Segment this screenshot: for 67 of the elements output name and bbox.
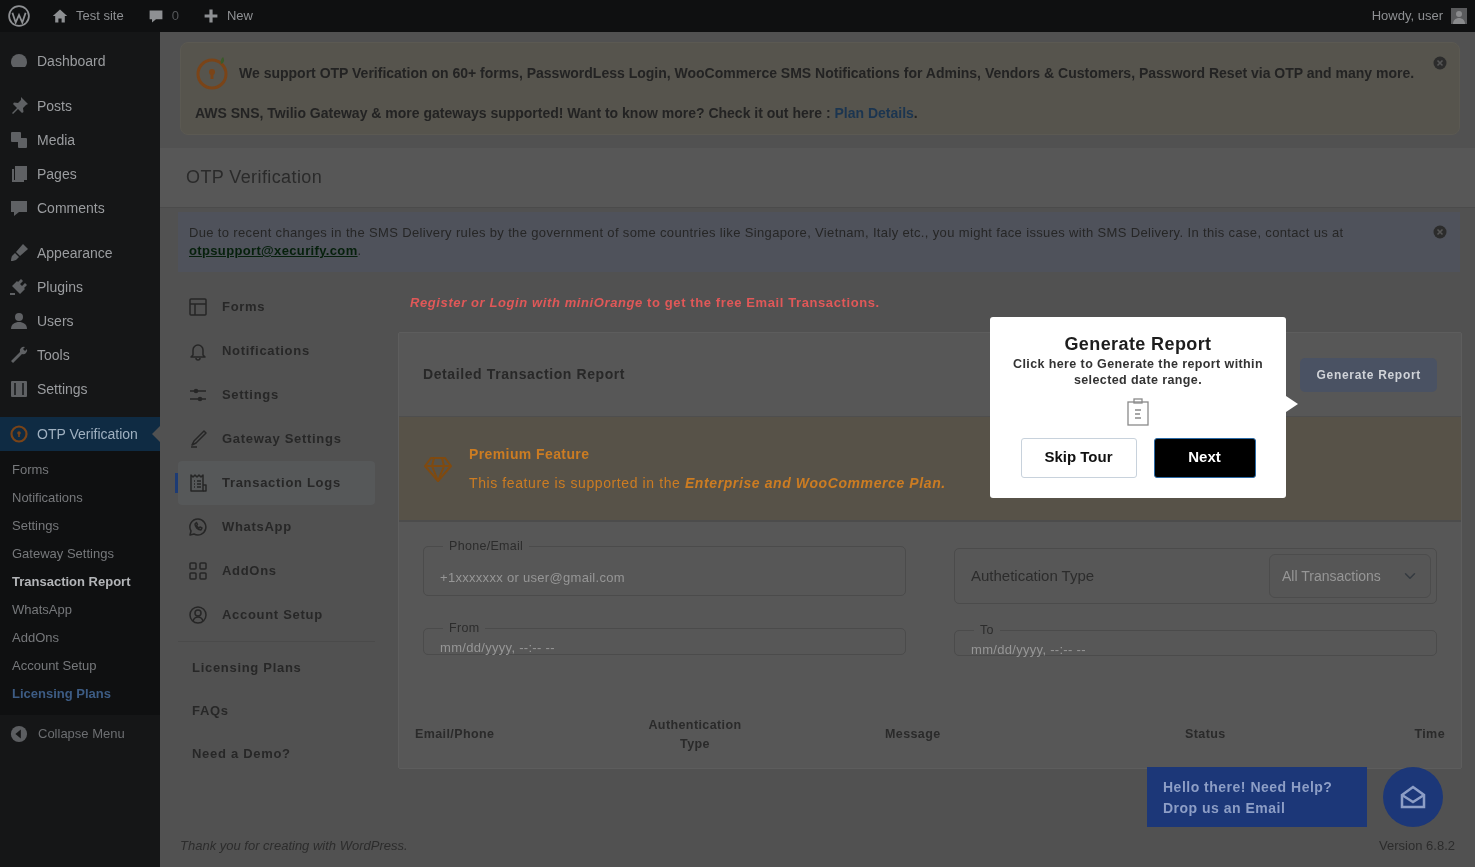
wrench-icon (9, 345, 29, 365)
collapse-icon (10, 725, 28, 743)
text-input[interactable]: +1xxxxxxx or user@gmail.com (438, 566, 891, 588)
submenu-item[interactable]: Account Setup (0, 652, 160, 680)
user-icon (9, 311, 29, 331)
chat-phone-icon (188, 517, 208, 537)
premium-title: Premium Feature (469, 444, 591, 464)
tour-text: Click here to Generate the report within selected date range. (1011, 355, 1265, 388)
comment-icon (9, 198, 29, 218)
collapse-menu-link[interactable]: Collapse Menu (38, 724, 125, 744)
menu-item[interactable]: Posts (0, 89, 160, 123)
close-icon (1433, 56, 1447, 70)
brush-icon (9, 243, 29, 263)
plug-icon (9, 277, 29, 297)
bell-icon (188, 341, 208, 361)
menu-item[interactable]: Pages (0, 157, 160, 191)
grid-icon (188, 561, 208, 581)
home-icon (52, 8, 68, 24)
plan-link[interactable]: Enterprise and WooCommerce Plan. (684, 474, 946, 491)
comment-count: 0 (171, 7, 179, 26)
next-button[interactable]: Next (1153, 437, 1256, 478)
premium-text: This feature is supported in the Enterprise and WooCommerce Plan. (469, 473, 946, 493)
logo-icon (9, 424, 29, 444)
text-input[interactable]: mm/dd/yyyy, --:-- -- (438, 636, 891, 658)
menu-item[interactable]: Users (0, 304, 160, 338)
submenu-item[interactable]: AddOns (0, 624, 160, 652)
submenu-item[interactable]: Settings (0, 512, 160, 540)
tour-title: Generate Report (1064, 334, 1212, 356)
menu-item[interactable]: Comments (0, 191, 160, 225)
site-link[interactable]: Test site (76, 6, 124, 26)
comment-icon (147, 8, 164, 24)
pointer-icon (152, 426, 160, 442)
close-icon (1433, 225, 1447, 239)
submenu-item[interactable]: Transaction Report (0, 568, 160, 596)
menu-item[interactable]: OTP Verification (0, 417, 160, 451)
pages-icon (9, 164, 29, 184)
menu-item[interactable]: Appearance (0, 236, 160, 270)
media-icon (9, 130, 29, 150)
submenu-item[interactable]: Forms (0, 456, 160, 484)
menu-item[interactable]: Plugins (0, 270, 160, 304)
greeting-link[interactable]: Howdy, user (1371, 6, 1443, 26)
generate-report-button[interactable]: Generate Report (1300, 357, 1437, 392)
plus-icon (202, 8, 219, 24)
user-circle-icon (188, 605, 208, 625)
help-text: Hello there! Need Help? (1163, 778, 1334, 797)
menu-item[interactable]: Media (0, 123, 160, 157)
menu-item[interactable]: Settings (0, 372, 160, 406)
menu-item[interactable]: Dashboard (0, 44, 160, 78)
avatar-icon (1451, 8, 1467, 24)
submenu-item[interactable]: Notifications (0, 484, 160, 512)
layout-icon (188, 297, 208, 317)
skip-tour-button[interactable]: Skip Tour (1020, 437, 1137, 478)
help-text: Drop us an Email (1163, 799, 1287, 818)
help-box[interactable]: Hello there! Need Help? Drop us an Email (1147, 767, 1367, 827)
submenu-item[interactable]: Gateway Settings (0, 540, 160, 568)
logo-icon (8, 5, 30, 27)
submenu-item[interactable]: Licensing Plans (0, 680, 160, 708)
new-link[interactable]: New (226, 6, 253, 26)
register-notice: Register or Login with miniOrange to get the free Email Transactions. (410, 294, 881, 312)
transaction-type-select[interactable]: All Transactions (1269, 554, 1431, 598)
submenu-item[interactable]: WhatsApp (0, 596, 160, 624)
receipt-icon (188, 473, 208, 493)
email-link[interactable]: otpsupport@xecurify.com (189, 243, 358, 258)
envelope-icon[interactable] (1399, 783, 1427, 811)
menu-item[interactable]: Tools (0, 338, 160, 372)
clipboard-icon (1127, 397, 1149, 426)
pen-icon (188, 429, 208, 449)
